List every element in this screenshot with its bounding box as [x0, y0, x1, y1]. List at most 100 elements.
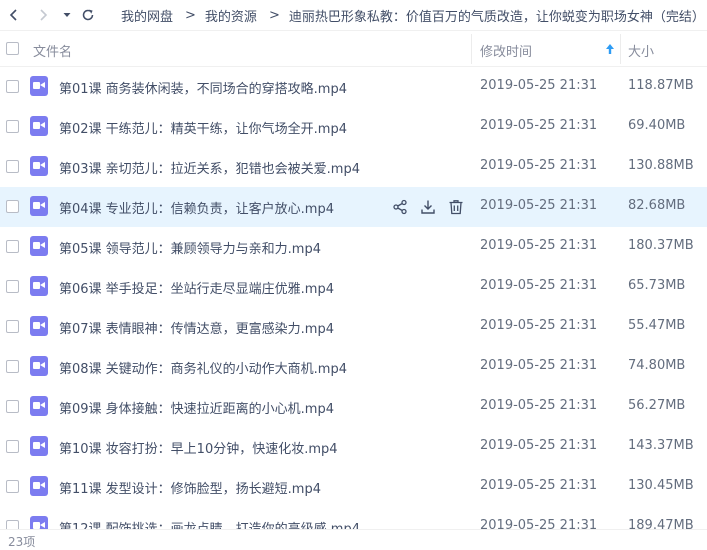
file-row[interactable]: 第03课 亲切范儿：拉近关系，犯错也会被关爱.mp4 2019-05-25 21:… — [0, 147, 707, 187]
file-row[interactable]: 第01课 商务装休闲装，不同场合的穿搭攻略.mp4 2019-05-25 21:3… — [0, 67, 707, 107]
file-name[interactable]: 第09课 身体接触：快速拉近距离的小心机.mp4 — [59, 398, 334, 417]
file-size: 189.47MB — [628, 518, 694, 529]
row-actions — [391, 198, 475, 216]
file-row[interactable]: 第08课 关键动作：商务礼仪的小动作大商机.mp4 2019-05-25 21:3… — [0, 347, 707, 387]
file-name[interactable]: 第06课 举手投足：坐站行走尽显端庄优雅.mp4 — [59, 278, 334, 297]
file-modified-time: 2019-05-25 21:31 — [480, 478, 598, 493]
file-name[interactable]: 第10课 妆容打扮：早上10分钟，快速化妆.mp4 — [59, 438, 338, 457]
share-icon — [393, 199, 407, 215]
file-modified-time: 2019-05-25 21:31 — [480, 438, 598, 453]
column-header-name[interactable]: 文件名 — [33, 41, 72, 60]
column-divider[interactable] — [471, 34, 472, 64]
file-modified-time: 2019-05-25 21:31 — [480, 118, 598, 133]
row-checkbox[interactable] — [6, 160, 19, 173]
file-row[interactable]: 第11课 发型设计：修饰脸型，扬长避短.mp4 2019-05-25 21:31 1… — [0, 467, 707, 507]
file-size: 130.88MB — [628, 158, 694, 173]
row-checkbox[interactable] — [6, 120, 19, 133]
chevron-left-icon — [9, 9, 17, 21]
breadcrumb-separator: > — [268, 8, 280, 23]
share-button[interactable] — [391, 198, 409, 216]
row-checkbox[interactable] — [6, 320, 19, 333]
file-size: 143.37MB — [628, 438, 694, 453]
refresh-button[interactable] — [78, 5, 98, 25]
breadcrumb: 我的网盘 > 我的资源 > 迪丽热巴形象私教：价值百万的气质改造，让你蜕变为职场… — [106, 0, 707, 31]
breadcrumb-item-current-folder[interactable]: 迪丽热巴形象私教：价值百万的气质改造，让你蜕变为职场女神（完结） — [289, 6, 705, 25]
file-size: 82.68MB — [628, 198, 686, 213]
row-checkbox[interactable] — [6, 480, 19, 493]
history-dropdown-button[interactable] — [57, 5, 77, 25]
file-name[interactable]: 第08课 关键动作：商务礼仪的小动作大商机.mp4 — [59, 358, 347, 377]
file-row[interactable]: 第10课 妆容打扮：早上10分钟，快速化妆.mp4 2019-05-25 21:3… — [0, 427, 707, 467]
download-button[interactable] — [419, 198, 437, 216]
file-size: 65.73MB — [628, 278, 686, 293]
file-name[interactable]: 第11课 发型设计：修饰脸型，扬长避短.mp4 — [59, 478, 321, 497]
row-checkbox[interactable] — [6, 280, 19, 293]
row-checkbox[interactable] — [6, 80, 19, 93]
breadcrumb-separator: > — [185, 8, 196, 23]
video-file-icon — [30, 276, 48, 296]
toolbar: 我的网盘 > 我的资源 > 迪丽热巴形象私教：价值百万的气质改造，让你蜕变为职场… — [0, 0, 707, 31]
file-modified-time: 2019-05-25 21:31 — [480, 78, 598, 93]
video-file-icon — [30, 116, 48, 136]
breadcrumb-item-my-resources[interactable]: 我的资源 — [205, 6, 257, 25]
video-file-icon — [30, 436, 48, 456]
row-checkbox[interactable] — [6, 440, 19, 453]
column-divider[interactable] — [620, 34, 621, 64]
video-file-icon — [30, 476, 48, 496]
file-row[interactable]: 第12课 配饰挑选：画龙点睛，打造你的高级感.mp4 2019-05-25 21:… — [0, 507, 707, 529]
file-name[interactable]: 第03课 亲切范儿：拉近关系，犯错也会被关爱.mp4 — [59, 158, 360, 177]
file-name[interactable]: 第12课 配饰挑选：画龙点睛，打造你的高级感.mp4 — [59, 518, 360, 529]
video-file-icon — [30, 156, 48, 176]
file-row[interactable]: 第06课 举手投足：坐站行走尽显端庄优雅.mp4 2019-05-25 21:31… — [0, 267, 707, 307]
file-modified-time: 2019-05-25 21:31 — [480, 358, 598, 373]
file-modified-time: 2019-05-25 21:31 — [480, 278, 598, 293]
file-row[interactable]: 第04课 专业范儿：信赖负责，让客户放心.mp4 2019-05-25 21:31… — [0, 187, 707, 227]
file-name[interactable]: 第04课 专业范儿：信赖负责，让客户放心.mp4 — [59, 198, 334, 217]
video-file-icon — [30, 316, 48, 336]
file-name[interactable]: 第01课 商务装休闲装，不同场合的穿搭攻略.mp4 — [59, 78, 347, 97]
file-name[interactable]: 第05课 领导范儿：兼顾领导力与亲和力.mp4 — [59, 238, 321, 257]
row-checkbox[interactable] — [6, 520, 19, 529]
file-row[interactable]: 第05课 领导范儿：兼顾领导力与亲和力.mp4 2019-05-25 21:31 1… — [0, 227, 707, 267]
refresh-icon — [82, 9, 94, 21]
file-list: 第01课 商务装休闲装，不同场合的穿搭攻略.mp4 2019-05-25 21:3… — [0, 67, 707, 529]
delete-icon — [449, 200, 463, 215]
file-modified-time: 2019-05-25 21:31 — [480, 238, 598, 253]
forward-button[interactable] — [33, 5, 53, 25]
breadcrumb-item-my-drive[interactable]: 我的网盘 — [121, 6, 173, 25]
video-file-icon — [30, 396, 48, 416]
file-modified-time: 2019-05-25 21:31 — [480, 518, 598, 529]
file-modified-time: 2019-05-25 21:31 — [480, 158, 598, 173]
column-header-size[interactable]: 大小 — [628, 41, 654, 60]
video-file-icon — [30, 76, 48, 96]
item-count: 23项 — [8, 535, 36, 549]
row-checkbox[interactable] — [6, 240, 19, 253]
file-modified-time: 2019-05-25 21:31 — [480, 318, 598, 333]
column-header-modified-time[interactable]: 修改时间 — [480, 41, 532, 60]
row-checkbox[interactable] — [6, 400, 19, 413]
file-modified-time: 2019-05-25 21:31 — [480, 198, 598, 213]
row-checkbox[interactable] — [6, 360, 19, 373]
file-row[interactable]: 第02课 干练范儿：精英干练，让你气场全开.mp4 2019-05-25 21:3… — [0, 107, 707, 147]
back-button[interactable] — [4, 5, 24, 25]
row-checkbox[interactable] — [6, 200, 19, 213]
file-size: 55.47MB — [628, 318, 686, 333]
delete-button[interactable] — [447, 198, 465, 216]
download-icon — [421, 200, 435, 214]
file-name[interactable]: 第02课 干练范儿：精英干练，让你气场全开.mp4 — [59, 118, 347, 137]
select-all-checkbox[interactable] — [6, 42, 19, 55]
file-name[interactable]: 第07课 表情眼神：传情达意，更富感染力.mp4 — [59, 318, 334, 337]
status-bar: 23项 — [0, 529, 707, 550]
file-size: 74.80MB — [628, 358, 686, 373]
file-row[interactable]: 第07课 表情眼神：传情达意，更富感染力.mp4 2019-05-25 21:31… — [0, 307, 707, 347]
file-row[interactable]: 第09课 身体接触：快速拉近距离的小心机.mp4 2019-05-25 21:31… — [0, 387, 707, 427]
video-file-icon — [30, 236, 48, 256]
sort-arrow-up-icon[interactable] — [605, 43, 615, 55]
file-size: 69.40MB — [628, 118, 686, 133]
file-modified-time: 2019-05-25 21:31 — [480, 398, 598, 413]
caret-down-icon — [63, 13, 71, 17]
file-size: 56.27MB — [628, 398, 686, 413]
file-list-header: 文件名 修改时间 大小 — [0, 31, 707, 67]
video-file-icon — [30, 516, 48, 529]
file-size: 180.37MB — [628, 238, 694, 253]
